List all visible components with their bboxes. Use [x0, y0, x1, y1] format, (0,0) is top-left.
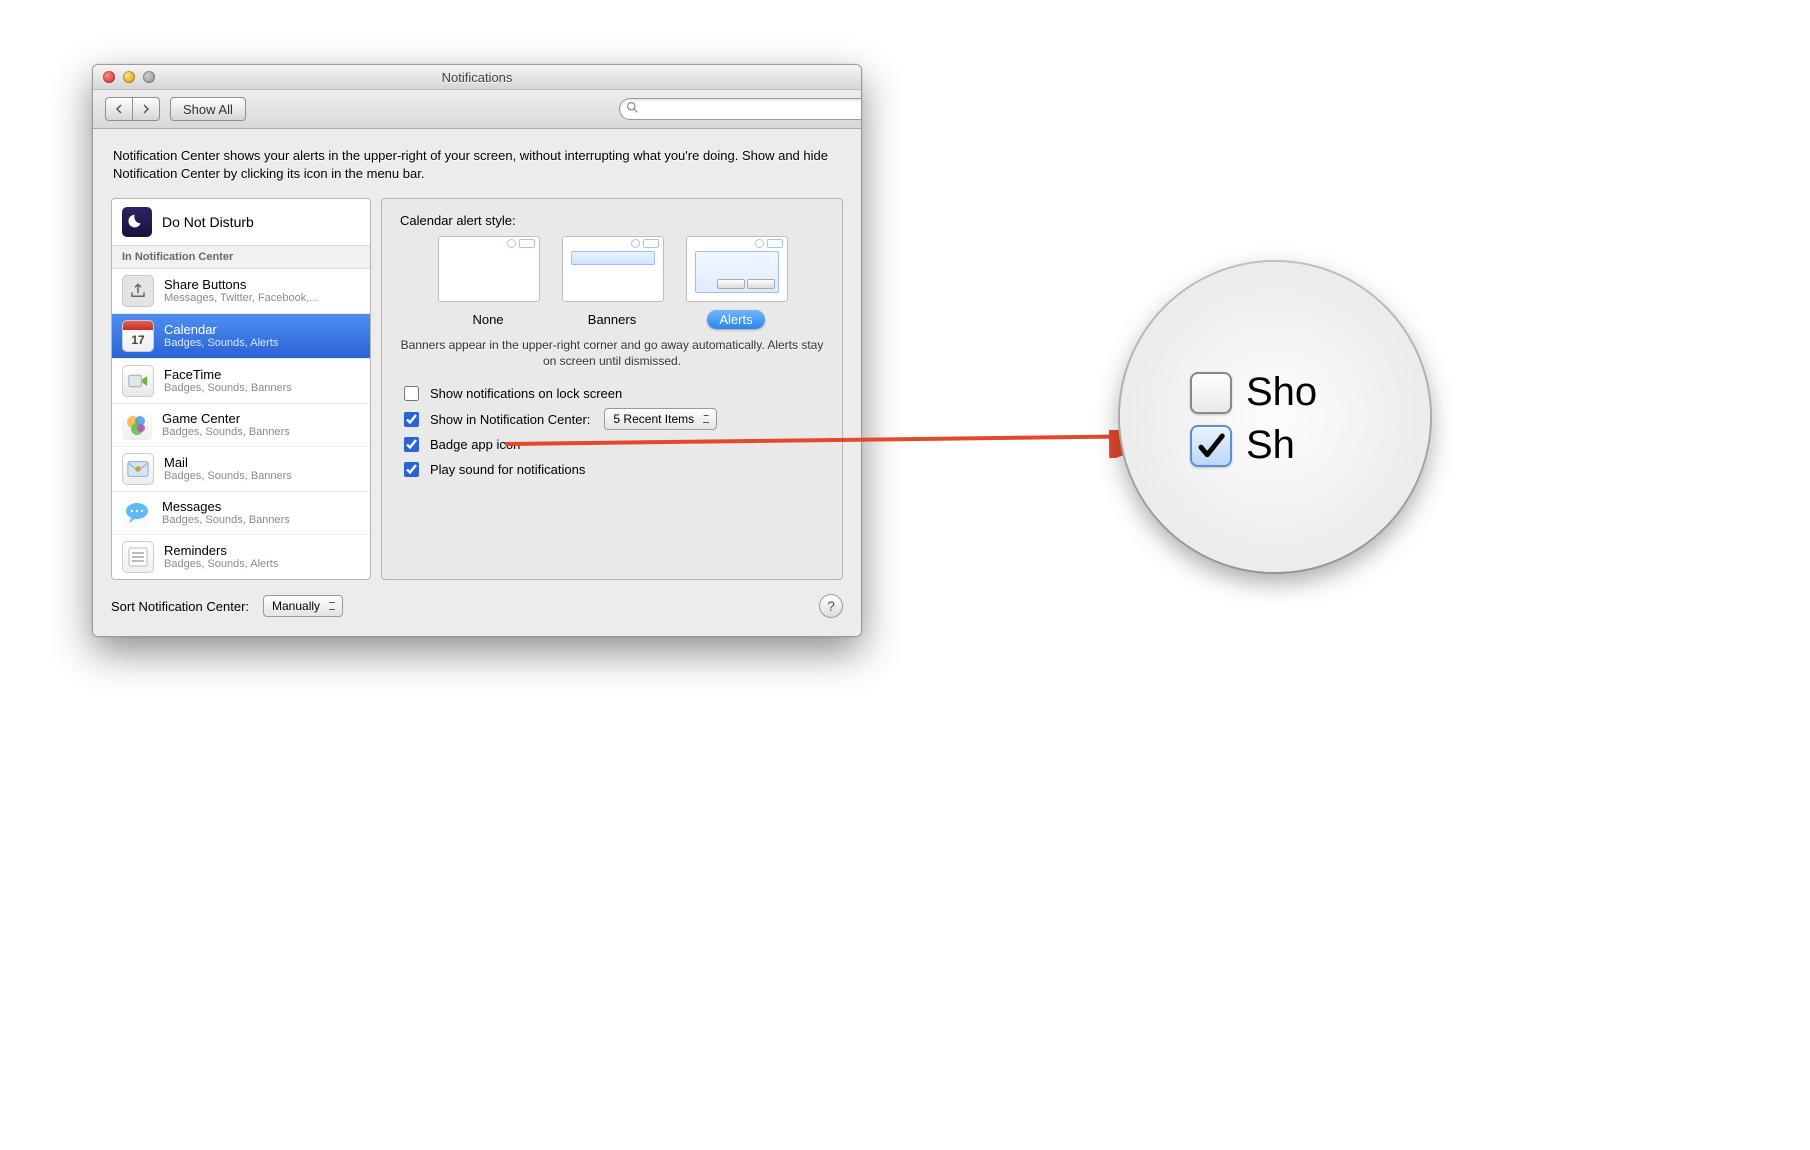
help-button[interactable]: ? [819, 594, 843, 618]
style-option-banners[interactable]: Banners [562, 236, 662, 329]
zoom-text-2: Sh [1246, 423, 1295, 468]
close-button[interactable] [103, 71, 115, 83]
checkmark-icon [1196, 431, 1226, 461]
alert-style-options: None Banners Alerts [400, 236, 824, 329]
search-field-wrap [619, 98, 849, 120]
zoom-callout: Sho Sh [1120, 262, 1430, 572]
intro-text: Notification Center shows your alerts in… [111, 147, 843, 182]
app-list: Do Not Disturb In Notification Center Sh… [111, 198, 371, 580]
show-all-button[interactable]: Show All [170, 97, 246, 121]
gamecenter-icon [122, 410, 152, 440]
app-sub: Messages, Twitter, Facebook,... [164, 292, 318, 304]
app-sub: Badges, Sounds, Banners [164, 382, 292, 394]
zoom-row-unchecked: Sho [1190, 370, 1430, 415]
app-name: Mail [164, 456, 292, 470]
chevron-left-icon [115, 104, 123, 114]
sort-select[interactable]: Manually [263, 595, 343, 617]
mail-icon [122, 453, 154, 485]
preferences-window: Notifications Show All Notification Cent… [92, 64, 862, 637]
app-name: Reminders [164, 544, 278, 558]
toolbar: Show All [93, 90, 861, 129]
search-input[interactable] [619, 98, 862, 120]
opt-badge-label: Badge app icon [430, 437, 520, 452]
app-sub: Badges, Sounds, Banners [162, 426, 290, 438]
calendar-icon: 17 [122, 320, 154, 352]
opt-lock-label: Show notifications on lock screen [430, 386, 622, 401]
sidebar-item-facetime[interactable]: FaceTime Badges, Sounds, Banners [112, 359, 370, 404]
back-button[interactable] [105, 97, 132, 121]
zoom-row-checked: Sh [1190, 423, 1430, 468]
sidebar-item-messages[interactable]: Messages Badges, Sounds, Banners [112, 492, 370, 535]
sidebar-item-gamecenter[interactable]: Game Center Badges, Sounds, Banners [112, 404, 370, 447]
app-name: Share Buttons [164, 278, 318, 292]
style-label-none: None [460, 310, 515, 329]
sort-value: Manually [272, 599, 320, 613]
app-sub: Badges, Sounds, Alerts [164, 558, 278, 570]
sidebar-item-mail[interactable]: Mail Badges, Sounds, Banners [112, 447, 370, 492]
opt-sound-checkbox[interactable] [404, 462, 419, 477]
window-controls [93, 71, 155, 83]
app-sub: Badges, Sounds, Alerts [164, 337, 278, 349]
titlebar: Notifications [93, 65, 861, 90]
sidebar-item-calendar[interactable]: 17 Calendar Badges, Sounds, Alerts [112, 314, 370, 359]
style-option-none[interactable]: None [438, 236, 538, 329]
zoom-checkbox-checked[interactable] [1190, 425, 1232, 467]
sidebar-item-sharebuttons[interactable]: Share Buttons Messages, Twitter, Faceboo… [112, 269, 370, 314]
reminders-icon [122, 541, 154, 573]
forward-button[interactable] [132, 97, 160, 121]
style-label-banners: Banners [576, 310, 648, 329]
app-name: Calendar [164, 323, 278, 337]
zoom-checkbox-unchecked[interactable] [1190, 372, 1232, 414]
style-hint: Banners appear in the upper-right corner… [400, 337, 824, 369]
window-title: Notifications [93, 70, 861, 85]
moon-icon [122, 207, 152, 237]
detail-panel: Calendar alert style: None Banners Alert… [381, 198, 843, 580]
recent-items-value: 5 Recent Items [613, 412, 694, 426]
sort-label: Sort Notification Center: [111, 599, 249, 614]
opt-sound[interactable]: Play sound for notifications [400, 459, 824, 480]
opt-badge-checkbox[interactable] [404, 437, 419, 452]
zoom-button[interactable] [143, 71, 155, 83]
zoom-text-1: Sho [1246, 370, 1317, 415]
share-icon [122, 275, 154, 307]
sidebar-item-reminders[interactable]: Reminders Badges, Sounds, Alerts [112, 535, 370, 579]
messages-icon [122, 498, 152, 528]
style-option-alerts[interactable]: Alerts [686, 236, 786, 329]
sidebar-item-dnd[interactable]: Do Not Disturb [112, 199, 370, 246]
opt-nc-label: Show in Notification Center: [430, 412, 590, 427]
nav-buttons [105, 97, 160, 121]
opt-notification-center[interactable]: Show in Notification Center: 5 Recent It… [400, 408, 824, 430]
chevron-right-icon [142, 104, 150, 114]
opt-lock-checkbox[interactable] [404, 386, 419, 401]
alert-style-heading: Calendar alert style: [400, 213, 824, 228]
dnd-label: Do Not Disturb [162, 214, 254, 230]
app-sub: Badges, Sounds, Banners [164, 470, 292, 482]
opt-badge[interactable]: Badge app icon [400, 434, 824, 455]
app-name: FaceTime [164, 368, 292, 382]
app-name: Messages [162, 500, 290, 514]
search-icon [626, 101, 639, 114]
app-name: Game Center [162, 412, 290, 426]
facetime-icon [122, 365, 154, 397]
footer-row: Sort Notification Center: Manually ? [111, 594, 843, 618]
opt-sound-label: Play sound for notifications [430, 462, 585, 477]
style-label-alerts: Alerts [707, 310, 764, 329]
app-sub: Badges, Sounds, Banners [162, 514, 290, 526]
minimize-button[interactable] [123, 71, 135, 83]
list-section-header: In Notification Center [112, 246, 370, 269]
opt-lock-screen[interactable]: Show notifications on lock screen [400, 383, 824, 404]
opt-nc-checkbox[interactable] [404, 412, 419, 427]
window-body: Notification Center shows your alerts in… [93, 129, 861, 636]
recent-items-select[interactable]: 5 Recent Items [604, 408, 717, 430]
